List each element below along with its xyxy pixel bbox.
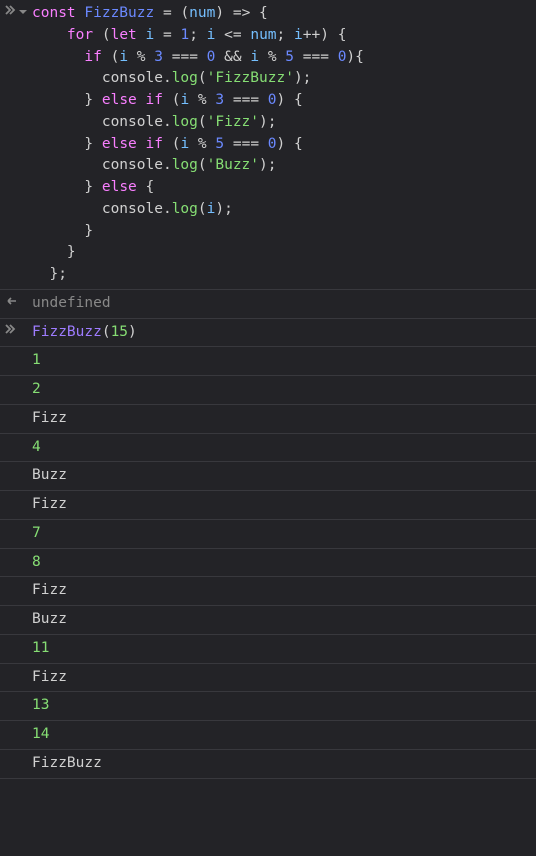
- log-gutter: [4, 723, 32, 747]
- log-output: Fizz: [32, 410, 67, 426]
- input-gutter: [4, 321, 32, 345]
- log-output: Buzz: [32, 467, 67, 483]
- log-gutter: [4, 579, 32, 603]
- console-log-line: Fizz: [32, 579, 530, 603]
- log-output: Buzz: [32, 611, 67, 627]
- console-log-line: 8: [32, 551, 530, 575]
- console-input-code[interactable]: FizzBuzz(15): [32, 321, 530, 345]
- log-output: 13: [32, 697, 49, 713]
- console-input-code[interactable]: const FizzBuzz = (num) => { for (let i =…: [32, 2, 530, 287]
- console-log-line: Buzz: [32, 464, 530, 488]
- log-gutter: [4, 493, 32, 517]
- console-log-line: Fizz: [32, 666, 530, 690]
- log-output: 7: [32, 525, 41, 541]
- log-output: 4: [32, 439, 41, 455]
- log-output: 1: [32, 352, 41, 368]
- console-log-line: 2: [32, 378, 530, 402]
- console-log-line: 4: [32, 436, 530, 460]
- log-output: 2: [32, 381, 41, 397]
- log-output: Fizz: [32, 582, 67, 598]
- console-log-line: 7: [32, 522, 530, 546]
- log-output: 8: [32, 554, 41, 570]
- console-log-line: 1: [32, 349, 530, 373]
- log-gutter: [4, 637, 32, 661]
- console-log-line: Buzz: [32, 608, 530, 632]
- log-gutter: [4, 436, 32, 460]
- input-gutter: [4, 2, 32, 287]
- console-log-line: Fizz: [32, 493, 530, 517]
- log-gutter: [4, 378, 32, 402]
- console-return: undefined: [32, 292, 530, 316]
- log-gutter: [4, 752, 32, 776]
- log-gutter: [4, 608, 32, 632]
- console-log-line: 13: [32, 694, 530, 718]
- output-gutter: [4, 292, 32, 316]
- log-gutter: [4, 407, 32, 431]
- input-prompt-icon: [4, 322, 16, 344]
- log-gutter: [4, 522, 32, 546]
- log-gutter: [4, 694, 32, 718]
- log-output: Fizz: [32, 496, 67, 512]
- return-arrow-icon: [4, 293, 18, 315]
- log-gutter: [4, 666, 32, 690]
- console-log-line: Fizz: [32, 407, 530, 431]
- log-output: 14: [32, 726, 49, 742]
- console-log-line: 14: [32, 723, 530, 747]
- return-value: undefined: [32, 295, 111, 311]
- collapse-caret-icon[interactable]: [18, 3, 28, 25]
- log-output: 11: [32, 640, 49, 656]
- log-output: FizzBuzz: [32, 755, 102, 771]
- log-gutter: [4, 464, 32, 488]
- input-prompt-icon: [4, 3, 16, 25]
- console-log-line: 11: [32, 637, 530, 661]
- log-gutter: [4, 551, 32, 575]
- console-log-line: FizzBuzz: [32, 752, 530, 776]
- log-output: Fizz: [32, 669, 67, 685]
- log-gutter: [4, 349, 32, 373]
